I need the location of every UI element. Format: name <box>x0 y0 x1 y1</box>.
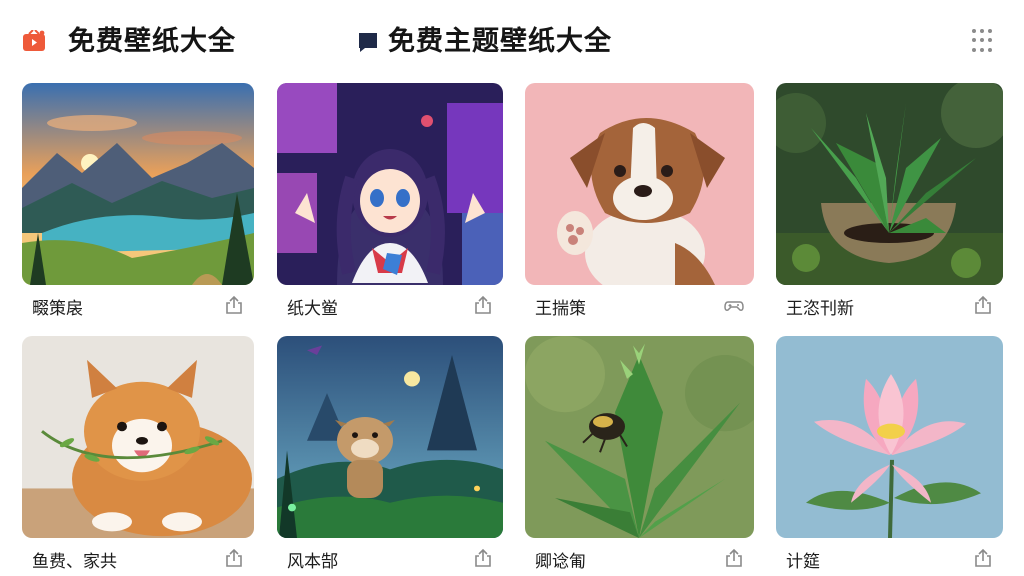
top-header: 免费壁纸大全 免费主题壁纸大全 <box>0 0 1024 80</box>
wallpaper-title: 卿谂匍 <box>535 552 586 572</box>
wallpaper-thumbnail[interactable] <box>277 336 503 538</box>
gamepad-icon[interactable] <box>724 295 744 315</box>
wallpaper-card[interactable]: 王揣策 <box>525 83 754 325</box>
tab-label: 免费壁纸大全 <box>68 26 236 57</box>
video-card-icon <box>23 30 45 51</box>
chat-bubble-icon <box>359 33 377 52</box>
wallpaper-title: 王恣刊新 <box>786 299 854 319</box>
wallpaper-title: 纸大鲎 <box>287 299 338 319</box>
wallpaper-thumbnail[interactable] <box>525 83 754 285</box>
wallpaper-card[interactable]: 畷策扆 <box>22 83 254 325</box>
wallpaper-card[interactable]: 风本郜 <box>277 336 503 576</box>
share-icon[interactable] <box>973 295 993 315</box>
wallpaper-thumbnail[interactable] <box>776 336 1003 538</box>
wallpaper-thumbnail[interactable] <box>525 336 754 538</box>
share-icon[interactable] <box>724 548 744 568</box>
tab-label: 免费主题壁纸大全 <box>388 26 612 57</box>
share-icon[interactable] <box>973 548 993 568</box>
wallpaper-thumbnail[interactable] <box>277 83 503 285</box>
share-icon[interactable] <box>473 548 493 568</box>
wallpaper-card[interactable]: 纸大鲎 <box>277 83 503 325</box>
wallpaper-title: 计筵 <box>786 552 820 572</box>
wallpaper-card[interactable]: 卿谂匍 <box>525 336 754 576</box>
wallpaper-thumbnail[interactable] <box>22 83 254 285</box>
tab-free-theme-wallpapers[interactable]: 免费主题壁纸大全 <box>356 22 612 62</box>
wallpaper-thumbnail[interactable] <box>22 336 254 538</box>
wallpaper-card[interactable]: 王恣刊新 <box>776 83 1003 325</box>
share-icon[interactable] <box>224 295 244 315</box>
grid-dots-icon[interactable] <box>972 29 996 53</box>
share-icon[interactable] <box>473 295 493 315</box>
wallpaper-title: 鱼费、家共 <box>32 552 117 572</box>
tab-free-wallpapers[interactable]: 免费壁纸大全 <box>22 22 236 62</box>
wallpaper-thumbnail[interactable] <box>776 83 1003 285</box>
wallpaper-card[interactable]: 计筵 <box>776 336 1003 576</box>
share-icon[interactable] <box>224 548 244 568</box>
wallpaper-card[interactable]: 鱼费、家共 <box>22 336 254 576</box>
wallpaper-title: 风本郜 <box>287 552 338 572</box>
wallpaper-title: 王揣策 <box>535 299 586 319</box>
wallpaper-title: 畷策扆 <box>32 299 83 319</box>
